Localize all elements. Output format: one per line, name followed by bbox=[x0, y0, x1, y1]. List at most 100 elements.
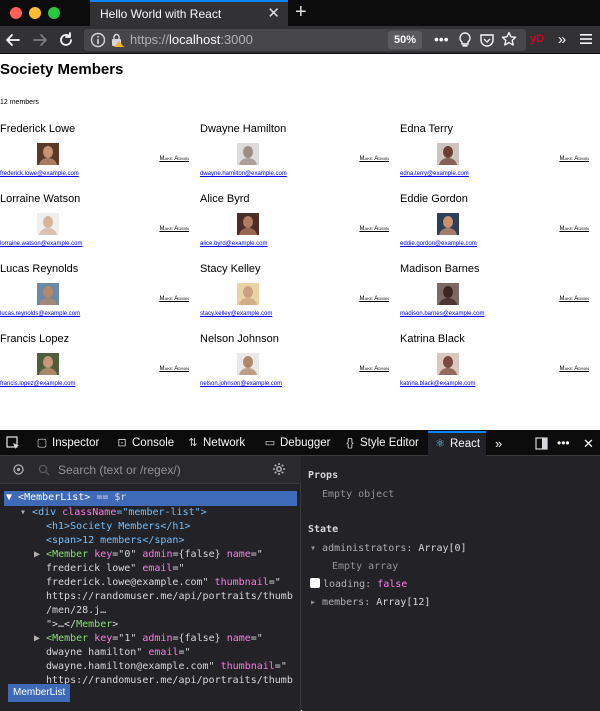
select-component-icon[interactable] bbox=[12, 463, 25, 481]
component-search-input[interactable] bbox=[58, 460, 278, 480]
tree-node-memberlist[interactable]: ▼ <MemberList> == $r bbox=[6, 491, 126, 505]
member-email-link[interactable]: madison.barnes@example.com bbox=[400, 311, 484, 317]
pocket-icon[interactable] bbox=[479, 32, 495, 53]
forward-arrow-icon[interactable] bbox=[31, 31, 49, 49]
member-email-link[interactable]: francis.lopez@example.com bbox=[0, 381, 75, 387]
tab-style-editor[interactable]: {} Style Editor bbox=[344, 431, 419, 456]
tab-console[interactable]: ⊡ Console bbox=[116, 431, 174, 456]
member-card: Nelson Johnson Make Admin nelson.johnson@e… bbox=[200, 333, 400, 403]
make-admin-link[interactable]: Make Admin bbox=[559, 366, 589, 372]
chevron-down-icon: ▾ bbox=[310, 543, 323, 554]
element-picker-icon[interactable] bbox=[6, 431, 20, 456]
member-email-link[interactable]: lorraine.watson@example.com bbox=[0, 241, 82, 247]
maximize-window-button[interactable] bbox=[48, 7, 60, 19]
member-card: Katrina Black Make Admin katrina.black@exa… bbox=[400, 333, 600, 403]
tree-node-member-0[interactable]: ▶ <Member key="0" admin={false} name=" bbox=[34, 548, 263, 562]
more-tabs-icon[interactable]: » bbox=[495, 431, 502, 456]
make-admin-link[interactable]: Make Admin bbox=[159, 226, 189, 232]
props-heading: Props bbox=[308, 470, 339, 481]
tree-node-h1[interactable]: <h1>Society Members</h1> bbox=[46, 520, 191, 534]
member-email-link[interactable]: stacy.kelley@example.com bbox=[200, 311, 272, 317]
overflow-menu-icon[interactable]: » bbox=[553, 31, 571, 49]
tree-node-span[interactable]: <span>12 members</span> bbox=[46, 534, 184, 548]
member-email-link[interactable]: dwayne.hamilton@example.com bbox=[200, 171, 287, 177]
settings-gear-icon[interactable] bbox=[272, 462, 286, 481]
make-admin-link[interactable]: Make Admin bbox=[159, 156, 189, 162]
tab-react[interactable]: ⚛ React bbox=[428, 431, 487, 456]
page-actions-icon[interactable]: ••• bbox=[434, 29, 449, 49]
member-name: Edna Terry bbox=[400, 123, 453, 135]
tab-network[interactable]: ⇅ Network bbox=[187, 431, 245, 456]
make-admin-link[interactable]: Make Admin bbox=[559, 226, 589, 232]
member-email-link[interactable]: katrina.black@example.com bbox=[400, 381, 475, 387]
member-card: Lorraine Watson Make Admin lorraine.watson… bbox=[0, 193, 200, 263]
tab-close-icon[interactable]: ✕ bbox=[267, 5, 280, 23]
member-thumbnail bbox=[37, 213, 59, 235]
make-admin-link[interactable]: Make Admin bbox=[559, 296, 589, 302]
member-email-link[interactable]: nelson.johnson@example.com bbox=[200, 381, 282, 387]
member-thumbnail bbox=[437, 143, 459, 165]
yslow-extension-icon[interactable]: yD bbox=[530, 33, 544, 45]
info-icon[interactable] bbox=[90, 32, 106, 53]
breadcrumb[interactable]: MemberList bbox=[8, 684, 71, 702]
zoom-level-button[interactable]: 50% bbox=[388, 31, 422, 49]
member-thumbnail bbox=[237, 283, 259, 305]
member-name: Stacy Kelley bbox=[200, 263, 261, 275]
insecure-lock-icon[interactable] bbox=[109, 32, 125, 53]
reload-icon[interactable] bbox=[57, 31, 75, 49]
member-name: Dwayne Hamilton bbox=[200, 123, 287, 135]
close-devtools-icon[interactable]: ✕ bbox=[583, 431, 594, 456]
tab-debugger[interactable]: ▭ Debugger bbox=[264, 431, 331, 456]
member-name: Francis Lopez bbox=[0, 333, 70, 345]
member-thumbnail bbox=[237, 353, 259, 375]
member-card: Dwayne Hamilton Make Admin dwayne.hamilton… bbox=[200, 123, 400, 193]
component-tree-pane: ▼ <MemberList> == $r ▾ <div className="m… bbox=[0, 456, 301, 711]
state-members[interactable]: ▸ members: Array[12] bbox=[310, 596, 430, 610]
navigation-bar: https://localhost:3000 50% ••• yD » bbox=[0, 26, 600, 54]
tab-inspector[interactable]: ▢ Inspector bbox=[36, 431, 100, 456]
tree-node-div[interactable]: ▾ <div className="member-list"> bbox=[20, 506, 207, 520]
props-empty: Empty object bbox=[322, 489, 395, 500]
search-row bbox=[0, 456, 301, 484]
devtools-panel: ▢ Inspector ⊡ Console ⇅ Network ▭ Debugger {… bbox=[0, 430, 600, 711]
make-admin-link[interactable]: Make Admin bbox=[359, 296, 389, 302]
state-loading[interactable]: loading: false bbox=[310, 578, 407, 592]
member-card: Stacy Kelley Make Admin stacy.kelley@examp… bbox=[200, 263, 400, 333]
new-tab-icon[interactable]: + bbox=[295, 1, 307, 23]
loading-checkbox[interactable] bbox=[310, 578, 320, 588]
member-email-link[interactable]: alice.byrd@example.com bbox=[200, 241, 267, 247]
minimize-window-button[interactable] bbox=[29, 7, 41, 19]
make-admin-link[interactable]: Make Admin bbox=[359, 366, 389, 372]
back-arrow-icon[interactable] bbox=[4, 31, 22, 49]
make-admin-link[interactable]: Make Admin bbox=[359, 226, 389, 232]
member-email-link[interactable]: lucas.reynolds@example.com bbox=[0, 311, 80, 317]
member-email-link[interactable]: frederick.lowe@example.com bbox=[0, 171, 79, 177]
tree-node-member-1[interactable]: ▶ <Member key="1" admin={false} name=" bbox=[34, 632, 263, 646]
member-name: Lorraine Watson bbox=[0, 193, 81, 205]
member-card: Madison Barnes Make Admin madison.barnes@e… bbox=[400, 263, 600, 333]
member-email-link[interactable]: edna.terry@example.com bbox=[400, 171, 469, 177]
member-thumbnail bbox=[37, 143, 59, 165]
dock-toggle-icon[interactable] bbox=[535, 431, 548, 456]
tree-member-1-line-4: https://randomuser.me/api/portraits/thum… bbox=[46, 675, 293, 686]
style-editor-icon: {} bbox=[346, 437, 354, 449]
bookmark-star-icon[interactable] bbox=[501, 31, 517, 52]
make-admin-link[interactable]: Make Admin bbox=[159, 296, 189, 302]
member-email-link[interactable]: eddie.gordon@example.com bbox=[400, 241, 477, 247]
make-admin-link[interactable]: Make Admin bbox=[559, 156, 589, 162]
make-admin-link[interactable]: Make Admin bbox=[359, 156, 389, 162]
component-tree: ▼ <MemberList> == $r ▾ <div className="m… bbox=[0, 489, 301, 711]
hamburger-menu-icon[interactable] bbox=[577, 31, 595, 49]
browser-tab[interactable]: Hello World with React ✕ bbox=[90, 0, 288, 26]
url-bar[interactable]: https://localhost:3000 50% ••• bbox=[84, 29, 526, 51]
member-card: Eddie Gordon Make Admin eddie.gordon@examp… bbox=[400, 193, 600, 263]
devtools-menu-icon[interactable]: ••• bbox=[557, 431, 570, 456]
state-administrators[interactable]: ▾ administrators: Array[0] bbox=[310, 542, 467, 556]
make-admin-link[interactable]: Make Admin bbox=[159, 366, 189, 372]
react-atom-icon: ⚛ bbox=[435, 438, 445, 450]
close-window-button[interactable] bbox=[10, 7, 22, 19]
administrators-empty: Empty array bbox=[332, 561, 399, 572]
member-name: Katrina Black bbox=[400, 333, 465, 345]
tree-member-0-line-2: frederick lowe" email=" bbox=[46, 563, 185, 574]
lightbulb-icon[interactable] bbox=[458, 32, 472, 53]
